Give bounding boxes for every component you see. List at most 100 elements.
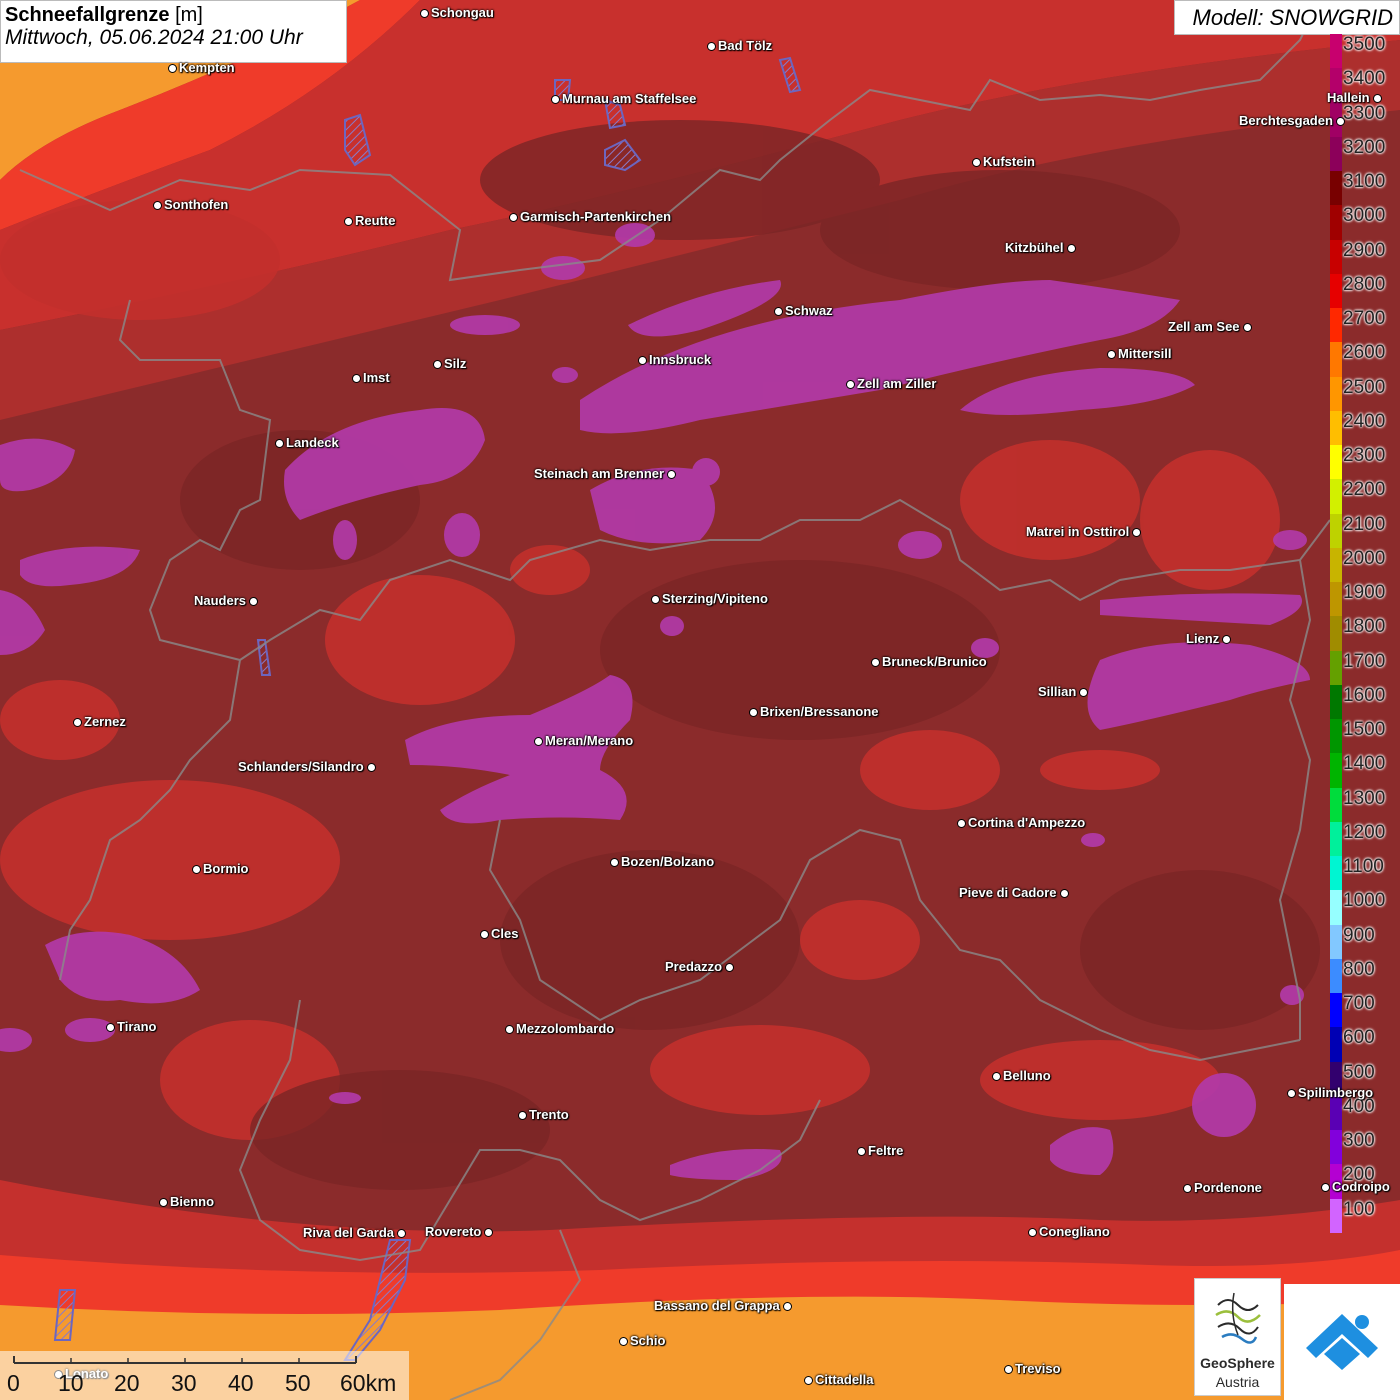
city-marker[interactable]: [153, 201, 162, 210]
color-legend: 3500 3400 3300 3200 3100 3000 2900 2800 2700 2600…: [1329, 34, 1400, 1234]
city-marker[interactable]: [1060, 889, 1069, 898]
city-marker[interactable]: [1287, 1089, 1296, 1098]
city-label: Tirano: [117, 1019, 157, 1034]
city-marker[interactable]: [73, 718, 82, 727]
city-label: Bormio: [203, 861, 249, 876]
legend-swatch-1200: [1330, 821, 1342, 857]
city-label: Imst: [363, 370, 390, 385]
legend-swatch-1600: [1330, 684, 1342, 720]
city-marker[interactable]: [249, 597, 258, 606]
city-marker[interactable]: [783, 1302, 792, 1311]
city-marker[interactable]: [344, 217, 353, 226]
city-marker[interactable]: [804, 1376, 813, 1385]
legend-label-500: 500: [1343, 1061, 1375, 1083]
city-marker[interactable]: [433, 360, 442, 369]
legend-swatch-1100: [1330, 856, 1342, 891]
legend-label-600: 600: [1343, 1027, 1375, 1049]
city-marker[interactable]: [480, 930, 489, 939]
scale-ruler: [13, 1356, 357, 1364]
map-title-box: Schneefallgrenze [m] Mittwoch, 05.06.202…: [0, 0, 347, 63]
legend-swatch-700: [1330, 993, 1342, 1028]
scale-label: 10: [58, 1370, 84, 1396]
city-marker[interactable]: [551, 95, 560, 104]
legend-swatch-3500: [1330, 34, 1342, 69]
legend-label-2900: 2900: [1343, 239, 1386, 261]
legend-label-2700: 2700: [1343, 308, 1386, 330]
city-marker[interactable]: [1132, 528, 1141, 537]
legend-swatch-1500: [1330, 719, 1342, 754]
city-marker[interactable]: [857, 1147, 866, 1156]
city-marker[interactable]: [484, 1228, 493, 1237]
city-marker[interactable]: [871, 658, 880, 667]
city-label: Schwaz: [785, 303, 833, 318]
city-label: Matrei in Osttirol: [1026, 524, 1130, 539]
city-marker[interactable]: [1336, 117, 1345, 126]
city-marker[interactable]: [667, 470, 676, 479]
city-marker[interactable]: [106, 1023, 115, 1032]
city-label: Riva del Garda: [303, 1225, 395, 1240]
legend-label-1100: 1100: [1343, 856, 1384, 878]
city-label: Kempten: [179, 60, 235, 75]
city-marker[interactable]: [972, 158, 981, 167]
city-label: Schlanders/Silandro: [238, 759, 364, 774]
city-label: Zernez: [84, 714, 126, 729]
city-marker[interactable]: [638, 356, 647, 365]
city-marker[interactable]: [1373, 94, 1382, 103]
scale-label: 20: [114, 1370, 140, 1396]
city-marker[interactable]: [1222, 635, 1231, 644]
city-marker[interactable]: [367, 763, 376, 772]
legend-swatch-2500: [1330, 376, 1342, 412]
city-marker[interactable]: [518, 1111, 527, 1120]
legend-swatch-300: [1330, 1130, 1342, 1165]
city-marker[interactable]: [774, 307, 783, 316]
city-marker[interactable]: [610, 858, 619, 867]
map-stage: Schneefallgrenze [m] Mittwoch, 05.06.202…: [0, 0, 1400, 1400]
city-marker[interactable]: [159, 1198, 168, 1207]
city-marker[interactable]: [957, 819, 966, 828]
city-marker[interactable]: [707, 42, 716, 51]
city-marker[interactable]: [992, 1072, 1001, 1081]
city-marker[interactable]: [1107, 350, 1116, 359]
city-marker[interactable]: [1243, 323, 1252, 332]
city-marker[interactable]: [846, 380, 855, 389]
city-marker[interactable]: [1183, 1184, 1192, 1193]
city-label: Schio: [630, 1333, 666, 1348]
app-logo[interactable]: [1284, 1284, 1400, 1400]
city-marker[interactable]: [275, 439, 284, 448]
city-marker[interactable]: [420, 9, 429, 18]
legend-swatch-800: [1330, 958, 1342, 994]
legend-swatch-2800: [1330, 273, 1342, 309]
city-label: Innsbruck: [649, 352, 712, 367]
scale-label: 50: [285, 1370, 311, 1396]
city-marker[interactable]: [352, 374, 361, 383]
city-marker[interactable]: [1079, 688, 1088, 697]
city-marker[interactable]: [725, 963, 734, 972]
geosphere-country: Austria: [1215, 1374, 1260, 1390]
geosphere-logo[interactable]: GeoSphere Austria: [1194, 1278, 1281, 1396]
city-label: Kufstein: [983, 154, 1035, 169]
city-marker[interactable]: [619, 1337, 628, 1346]
city-marker[interactable]: [1004, 1365, 1013, 1374]
city-label: Belluno: [1003, 1068, 1051, 1083]
legend-swatch-2300: [1330, 445, 1342, 480]
city-marker[interactable]: [509, 213, 518, 222]
city-marker[interactable]: [168, 64, 177, 73]
city-label: Pordenone: [1194, 1180, 1262, 1195]
city-marker[interactable]: [1067, 244, 1076, 253]
city-marker[interactable]: [397, 1229, 406, 1238]
city-marker[interactable]: [749, 708, 758, 717]
city-marker[interactable]: [192, 865, 201, 874]
legend-label-2400: 2400: [1343, 410, 1386, 432]
city-marker[interactable]: [1321, 1183, 1330, 1192]
scale-label: 60km: [340, 1370, 397, 1396]
city-marker[interactable]: [1028, 1228, 1037, 1237]
city-marker[interactable]: [505, 1025, 514, 1034]
city-label: Sonthofen: [164, 197, 229, 212]
legend-swatch-1300: [1330, 787, 1342, 823]
city-label: Predazzo: [665, 959, 723, 974]
city-marker[interactable]: [651, 595, 660, 604]
city-marker[interactable]: [534, 737, 543, 746]
legend-swatch-100: [1330, 1198, 1342, 1234]
city-label: Bienno: [170, 1194, 215, 1209]
legend-label-1500: 1500: [1343, 719, 1386, 741]
